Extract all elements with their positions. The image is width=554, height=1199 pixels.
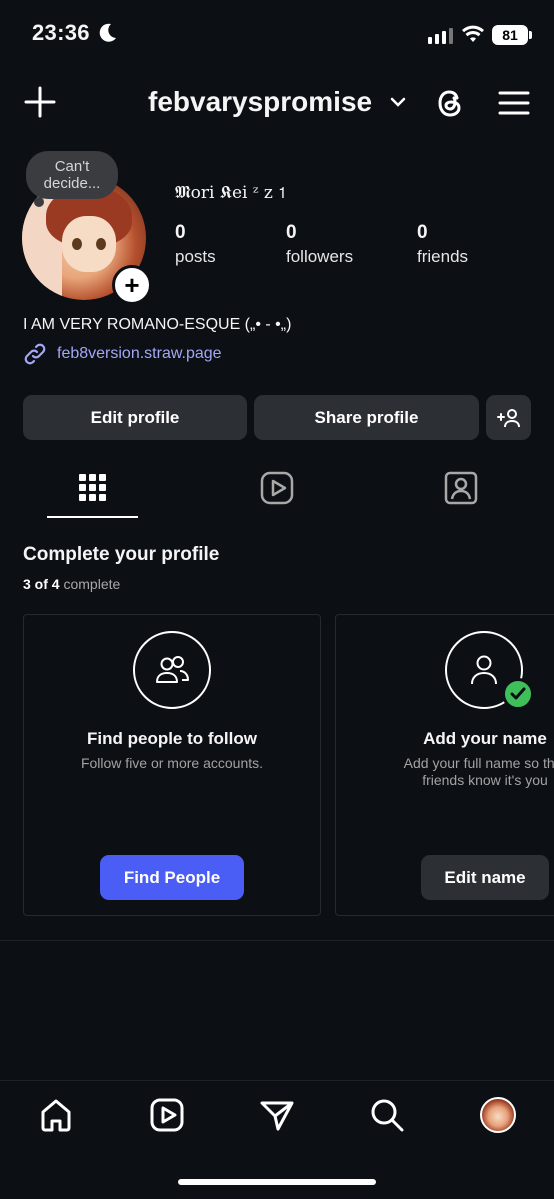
progress-count: 3 of 4 (23, 576, 60, 592)
posts-label: posts (175, 247, 216, 266)
link-icon (24, 343, 46, 365)
posts-count: 0 (175, 222, 186, 243)
card-description-line1: Add your full name so that (403, 755, 554, 771)
wifi-icon (462, 25, 484, 42)
tagged-icon[interactable] (444, 470, 478, 506)
find-people-button[interactable]: Find People (100, 855, 244, 900)
card-title: Find people to follow (87, 729, 257, 748)
note-bubble-tail (34, 197, 44, 207)
followers-label: followers (286, 247, 354, 266)
share-profile-button[interactable]: Share profile (254, 395, 479, 440)
add-name-card: Add your name Add your full name so that… (335, 614, 554, 916)
complete-profile-title: Complete your profile (23, 544, 220, 565)
active-tab-indicator (47, 516, 138, 518)
edit-profile-button[interactable]: Edit profile (23, 395, 247, 440)
progress-word: complete (63, 576, 121, 592)
menu-icon[interactable] (498, 90, 530, 116)
posts-stat[interactable]: 0 posts (175, 222, 216, 267)
complete-profile-progress: 3 of 4 complete (23, 576, 120, 592)
status-time: 23:36 (32, 20, 90, 45)
battery-icon: 81 (492, 25, 528, 45)
reels-nav-icon[interactable] (149, 1097, 185, 1133)
add-story-button[interactable]: + (112, 265, 152, 305)
find-people-card: Find people to follow Follow five or mor… (23, 614, 321, 916)
reels-icon[interactable] (260, 470, 294, 506)
add-person-icon (496, 408, 520, 427)
grid-icon[interactable] (79, 470, 106, 506)
section-divider (0, 940, 554, 941)
discover-people-button[interactable] (486, 395, 531, 440)
moon-icon (99, 23, 116, 42)
profile-link[interactable]: feb8version.straw.page (23, 342, 222, 366)
card-description: Follow five or more accounts. (80, 755, 264, 771)
search-icon[interactable] (369, 1097, 405, 1133)
friends-stat[interactable]: 0 friends (417, 222, 468, 267)
followers-count: 0 (286, 222, 297, 243)
bio: I AM VERY ROMANO-ESQUE („• - •„) (23, 316, 292, 333)
send-icon[interactable] (259, 1097, 295, 1133)
check-icon (502, 678, 534, 710)
profile-nav-avatar[interactable] (480, 1097, 516, 1133)
bottom-nav-border (0, 1080, 554, 1081)
people-icon (156, 656, 189, 683)
note-bubble[interactable]: Can't decide... (26, 151, 118, 199)
card-description-line2: friends know it's you (422, 772, 548, 788)
card-title: Add your name (423, 729, 547, 748)
link-text: feb8version.straw.page (57, 345, 222, 362)
chevron-down-icon[interactable] (390, 96, 406, 108)
signal-icon (428, 28, 453, 44)
friends-count: 0 (417, 222, 428, 243)
battery-tip (529, 31, 532, 39)
people-icon-circle (133, 631, 211, 709)
username[interactable]: febvaryspromise (148, 86, 372, 118)
friends-label: friends (417, 247, 469, 266)
threads-icon[interactable] (435, 86, 467, 120)
edit-name-button[interactable]: Edit name (421, 855, 549, 900)
followers-stat[interactable]: 0 followers (286, 222, 353, 267)
display-name: 𝕸ori 𝕶ei ᶻ z 𝟣 (175, 183, 287, 203)
person-icon (471, 655, 497, 685)
home-indicator (178, 1179, 376, 1185)
home-icon[interactable] (38, 1097, 74, 1133)
plus-icon[interactable] (24, 86, 56, 118)
